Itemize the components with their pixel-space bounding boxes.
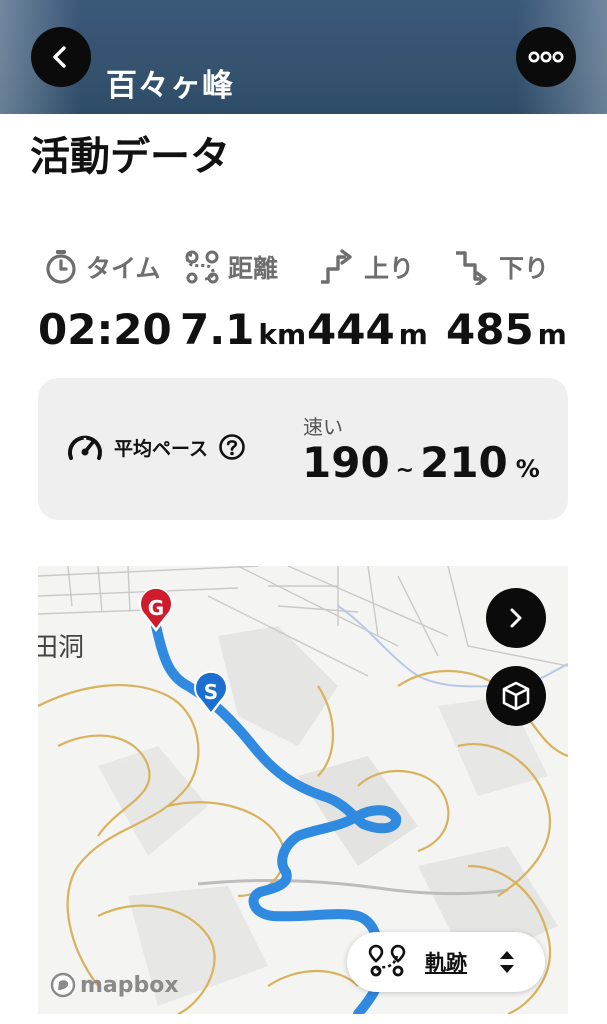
stat-descent-value: 485 m — [446, 305, 567, 354]
stat-time-value: 02:20 — [38, 305, 172, 354]
sort-updown-icon — [500, 951, 514, 973]
speedometer-icon — [68, 435, 102, 460]
mapbox-attribution-text: mapbox — [80, 972, 179, 998]
stat-ascent-unit: m — [398, 318, 428, 351]
more-horizontal-icon — [528, 51, 564, 63]
stat-time-label-text: タイム — [86, 254, 161, 283]
average-pace-card: 平均ペース 速い 190 ~210% — [38, 378, 568, 520]
stat-distance-value: 7.1 km — [180, 305, 306, 354]
cube-3d-icon — [502, 681, 530, 711]
map-place-label: 田洞 — [38, 633, 84, 663]
pace-separator: ~ — [395, 458, 415, 483]
stat-ascent-label: 上り — [318, 248, 414, 286]
stat-distance-unit: km — [258, 318, 307, 351]
pace-range-value: 190 ~210% — [302, 438, 540, 487]
map-layer-selector[interactable]: 軌跡 — [347, 932, 545, 992]
chevron-right-icon — [510, 608, 522, 628]
stat-distance-number: 7.1 — [180, 305, 255, 354]
stat-descent-number: 485 — [446, 305, 534, 354]
header-bar: 百々ヶ峰 — [0, 0, 607, 114]
route-map[interactable]: G S 田洞 mapbox 軌跡 — [38, 566, 568, 1014]
route-icon — [185, 250, 219, 284]
stat-descent-unit: m — [537, 318, 567, 351]
page-title: 百々ヶ峰 — [106, 68, 234, 104]
stopwatch-icon — [46, 250, 76, 284]
mapbox-attribution[interactable]: mapbox — [50, 972, 179, 998]
section-title: 活動データ — [30, 134, 230, 180]
map-layer-selector-label: 軌跡 — [425, 951, 467, 975]
ascent-arrow-icon — [321, 249, 352, 284]
average-pace-label-text: 平均ペース — [114, 437, 209, 460]
pace-unit: % — [515, 455, 540, 483]
chevron-left-icon — [53, 46, 66, 68]
mapbox-logo-icon — [50, 972, 76, 998]
stat-ascent-number: 444 — [307, 305, 395, 354]
map-3d-button[interactable] — [486, 666, 546, 726]
goal-marker-letter: G — [148, 596, 164, 620]
pace-qualifier: 速い — [303, 415, 343, 439]
goal-marker[interactable]: G — [139, 586, 173, 632]
stat-ascent-value: 444 m — [307, 305, 428, 354]
stat-descent-label: 下り — [453, 248, 549, 286]
more-options-button[interactable] — [516, 27, 576, 87]
map-expand-button[interactable] — [486, 588, 546, 648]
stat-distance-label: 距離 — [184, 248, 278, 286]
descent-arrow-icon — [456, 251, 487, 285]
pace-min: 190 — [302, 438, 390, 487]
route-icon — [368, 944, 406, 977]
stat-descent-label-text: 下り — [499, 254, 550, 283]
stat-time-number: 02:20 — [38, 305, 172, 354]
start-marker-letter: S — [204, 680, 218, 704]
help-circle-icon[interactable] — [218, 433, 246, 461]
stat-ascent-label-text: 上り — [364, 254, 415, 283]
average-pace-label: 平均ペース — [66, 430, 246, 464]
stat-time-label: タイム — [44, 248, 161, 286]
pace-max: 210 — [420, 438, 508, 487]
back-button[interactable] — [31, 27, 91, 87]
stat-distance-label-text: 距離 — [228, 254, 279, 283]
